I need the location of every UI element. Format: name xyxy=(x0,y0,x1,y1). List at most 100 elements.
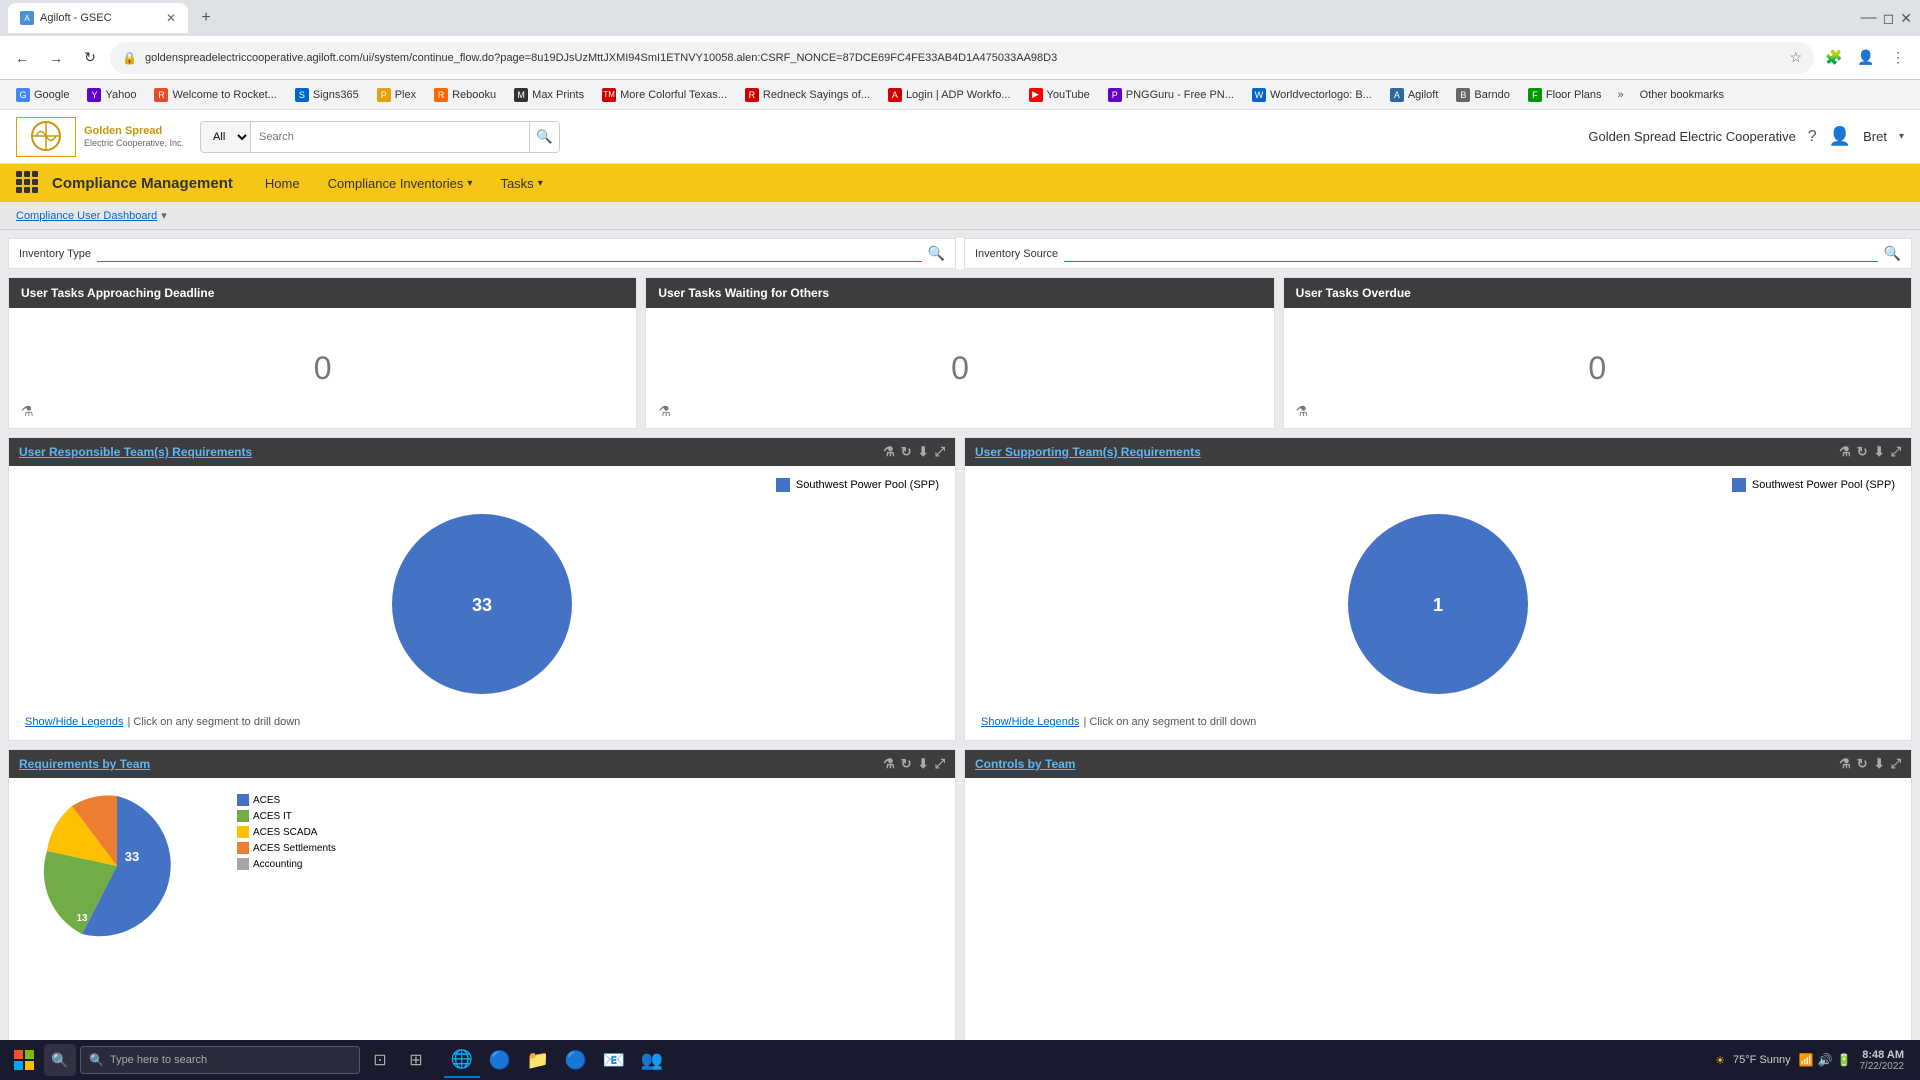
more-button[interactable]: ⋮ xyxy=(1884,44,1912,72)
ctrl-filter-icon[interactable]: ⚗ xyxy=(1839,756,1851,772)
taskbar-search-field[interactable]: 🔍 Type here to search xyxy=(80,1046,360,1074)
responsible-pie-chart[interactable]: 33 xyxy=(362,504,602,704)
tab-close-button[interactable]: ✕ xyxy=(166,11,176,25)
extensions-button[interactable]: 🧩 xyxy=(1820,44,1848,72)
responsible-legend-label: Southwest Power Pool (SPP) xyxy=(796,479,939,491)
back-button[interactable]: ← xyxy=(8,44,36,72)
inventory-source-search-icon[interactable]: 🔍 xyxy=(1884,245,1901,262)
bookmark-agiloft[interactable]: A Agiloft xyxy=(1382,86,1447,104)
chart-responsible-team-title[interactable]: User Responsible Team(s) Requirements xyxy=(19,445,252,459)
user-chevron-icon[interactable]: ▾ xyxy=(1899,131,1904,142)
taskbar-taskbar-icon[interactable]: ⊞ xyxy=(400,1044,432,1076)
start-button[interactable] xyxy=(8,1044,40,1076)
supporting-show-legends-link[interactable]: Show/Hide Legends xyxy=(981,716,1079,728)
ctrl-refresh-icon[interactable]: ↻ xyxy=(1857,756,1868,772)
bookmark-yahoo[interactable]: Y Yahoo xyxy=(79,86,144,104)
profile-button[interactable]: 👤 xyxy=(1852,44,1880,72)
responsible-filter-icon[interactable]: ⚗ xyxy=(883,444,895,460)
task-approaching-filter-icon[interactable]: ⚗ xyxy=(21,403,34,420)
requirements-pie-chart[interactable]: 33 13 xyxy=(17,786,217,946)
bookmark-adp[interactable]: A Login | ADP Workfo... xyxy=(880,86,1019,104)
requirements-by-team-icons: ⚗ ↻ ⬇ ⤢ xyxy=(883,756,945,772)
inventory-source-input[interactable] xyxy=(1064,245,1877,262)
responsible-download-icon[interactable]: ⬇ xyxy=(918,444,929,460)
clock[interactable]: 8:48 AM 7/22/2022 xyxy=(1860,1049,1905,1072)
req-refresh-icon[interactable]: ↻ xyxy=(901,756,912,772)
supporting-filter-icon[interactable]: ⚗ xyxy=(1839,444,1851,460)
bookmark-maxprints[interactable]: M Max Prints xyxy=(506,86,592,104)
aces-it-legend-color xyxy=(237,810,249,822)
task-overdue-filter-icon[interactable]: ⚗ xyxy=(1296,403,1309,420)
inventory-type-input[interactable] xyxy=(97,245,922,262)
bookmark-rocket[interactable]: R Welcome to Rocket... xyxy=(146,86,284,104)
task-panel-overdue-title: User Tasks Overdue xyxy=(1296,286,1411,300)
taskbar-edge-icon[interactable]: 🌐 xyxy=(444,1042,480,1078)
nav-home[interactable]: Home xyxy=(253,172,312,195)
task-waiting-filter-icon[interactable]: ⚗ xyxy=(658,403,671,420)
bookmark-plex[interactable]: P Plex xyxy=(369,86,424,104)
req-download-icon[interactable]: ⬇ xyxy=(918,756,929,772)
breadcrumb-link[interactable]: Compliance User Dashboard xyxy=(16,210,157,222)
bookmark-other[interactable]: Other bookmarks xyxy=(1632,87,1732,103)
bookmark-pngguru[interactable]: P PNGGuru - Free PN... xyxy=(1100,86,1242,104)
ctrl-download-icon[interactable]: ⬇ xyxy=(1874,756,1885,772)
controls-by-team-header: Controls by Team ⚗ ↻ ⬇ ⤢ xyxy=(965,750,1911,778)
nav-compliance-inventories[interactable]: Compliance Inventories ▾ xyxy=(316,172,485,195)
new-tab-button[interactable]: + xyxy=(192,4,220,32)
minimize-button[interactable]: — xyxy=(1861,9,1877,27)
bookmark-worldvector[interactable]: W Worldvectorlogo: B... xyxy=(1244,86,1380,104)
close-button[interactable]: ✕ xyxy=(1900,10,1912,27)
volume-icon[interactable]: 🔊 xyxy=(1818,1053,1833,1067)
responsible-show-legends-link[interactable]: Show/Hide Legends xyxy=(25,716,123,728)
nav-tasks[interactable]: Tasks ▾ xyxy=(488,172,554,195)
breadcrumb-dropdown-icon[interactable]: ▾ xyxy=(161,209,167,222)
supporting-download-icon[interactable]: ⬇ xyxy=(1874,444,1885,460)
user-name[interactable]: Bret xyxy=(1863,129,1887,144)
taskbar-cortana-icon[interactable]: 🔵 xyxy=(482,1042,518,1078)
chart-supporting-team-title[interactable]: User Supporting Team(s) Requirements xyxy=(975,445,1201,459)
bookmark-icon[interactable]: ☆ xyxy=(1789,49,1802,66)
taskbar-task-view-button[interactable]: ⊡ xyxy=(364,1044,396,1076)
req-filter-icon[interactable]: ⚗ xyxy=(883,756,895,772)
bookmark-rebooku[interactable]: R Rebooku xyxy=(426,86,504,104)
ctrl-expand-icon[interactable]: ⤢ xyxy=(1891,756,1901,772)
battery-icon[interactable]: 🔋 xyxy=(1837,1053,1852,1067)
taskbar-outlook-icon[interactable]: 📧 xyxy=(596,1042,632,1078)
bookmark-moretexas[interactable]: TM More Colorful Texas... xyxy=(594,86,735,104)
bookmark-youtube[interactable]: ▶ YouTube xyxy=(1021,86,1098,104)
taskbar-teams-icon[interactable]: 👥 xyxy=(634,1042,670,1078)
supporting-refresh-icon[interactable]: ↻ xyxy=(1857,444,1868,460)
bookmark-redneck[interactable]: R Redneck Sayings of... xyxy=(737,86,878,104)
requirements-by-team-header: Requirements by Team ⚗ ↻ ⬇ ⤢ xyxy=(9,750,955,778)
controls-by-team-title[interactable]: Controls by Team xyxy=(975,757,1075,771)
reload-button[interactable]: ↻ xyxy=(76,44,104,72)
bookmark-google[interactable]: G Google xyxy=(8,86,77,104)
taskbar-search-button[interactable]: 🔍 xyxy=(44,1044,76,1076)
more-bookmarks-button[interactable]: » xyxy=(1612,87,1630,103)
req-expand-icon[interactable]: ⤢ xyxy=(935,756,945,772)
network-icon[interactable]: 📶 xyxy=(1799,1053,1814,1067)
responsible-expand-icon[interactable]: ⤢ xyxy=(935,444,945,460)
search-input[interactable] xyxy=(251,122,529,152)
search-type-select[interactable]: All xyxy=(201,122,251,152)
user-avatar-icon[interactable]: 👤 xyxy=(1829,126,1851,147)
address-bar[interactable]: 🔒 goldenspreadelectriccooperative.agilof… xyxy=(110,42,1814,74)
taskbar-chrome-icon[interactable]: 🔵 xyxy=(558,1042,594,1078)
bookmark-barndo[interactable]: B Barndo xyxy=(1448,86,1517,104)
restore-button[interactable]: ◻ xyxy=(1883,10,1895,27)
supporting-expand-icon[interactable]: ⤢ xyxy=(1891,444,1901,460)
forward-button[interactable]: → xyxy=(42,44,70,72)
active-tab[interactable]: A Agiloft - GSEC ✕ xyxy=(8,3,188,33)
requirements-by-team-title[interactable]: Requirements by Team xyxy=(19,757,150,771)
grid-menu-icon[interactable] xyxy=(16,171,40,195)
taskbar-file-explorer-icon[interactable]: 📁 xyxy=(520,1042,556,1078)
inventory-type-search-icon[interactable]: 🔍 xyxy=(928,245,945,262)
taskbar-windows-search-icon: 🔍 xyxy=(89,1053,104,1067)
responsible-refresh-icon[interactable]: ↻ xyxy=(901,444,912,460)
bookmark-floorplans[interactable]: F Floor Plans xyxy=(1520,86,1610,104)
task-panel-waiting-header: User Tasks Waiting for Others xyxy=(646,278,1273,308)
search-button[interactable]: 🔍 xyxy=(529,122,559,152)
help-button[interactable]: ? xyxy=(1808,128,1817,146)
bookmark-signs365[interactable]: S Signs365 xyxy=(287,86,367,104)
supporting-pie-chart[interactable]: 1 xyxy=(1318,504,1558,704)
